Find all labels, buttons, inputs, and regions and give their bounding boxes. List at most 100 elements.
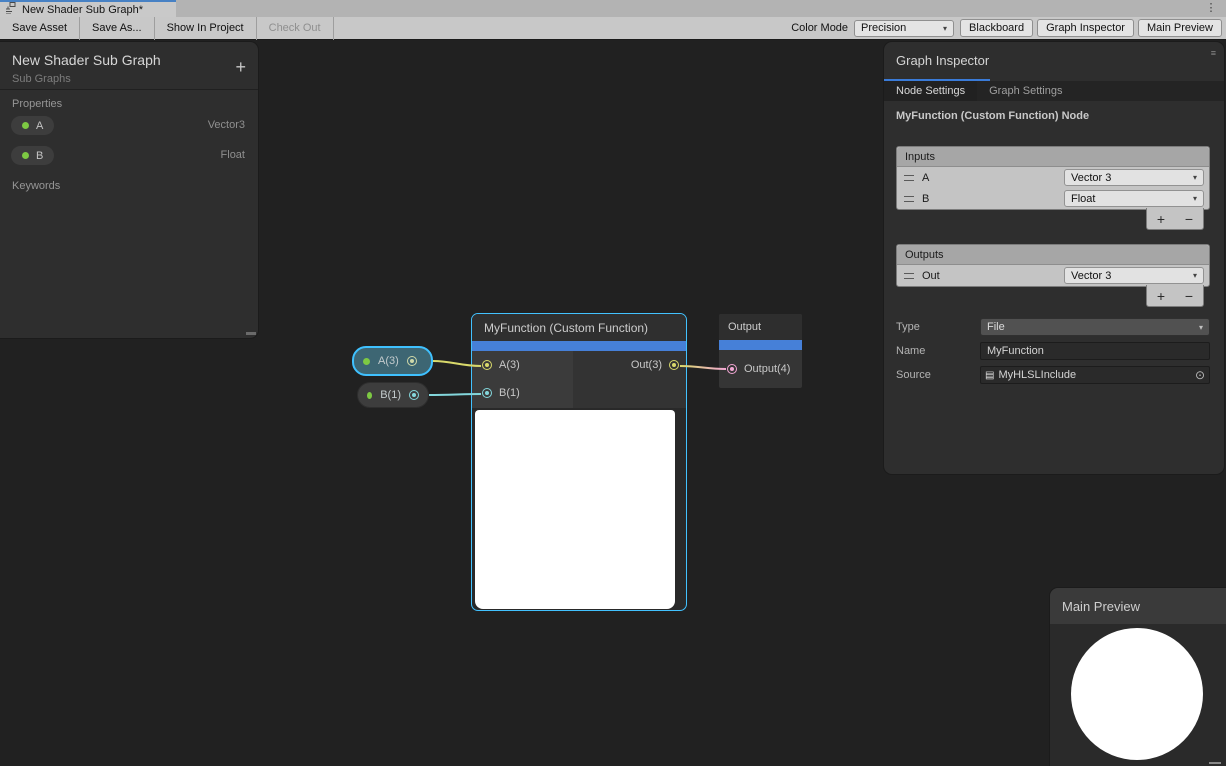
chevron-down-icon: ▾ <box>1193 194 1197 203</box>
blackboard-property-b[interactable]: B <box>11 146 54 165</box>
blackboard-panel[interactable]: New Shader Sub Graph Sub Graphs + Proper… <box>0 42 258 338</box>
drag-handle-icon[interactable] <box>904 175 914 181</box>
input-a-name[interactable]: A <box>922 172 1064 184</box>
tab-node-settings[interactable]: Node Settings <box>884 81 977 101</box>
save-as-button[interactable]: Save As... <box>80 17 155 40</box>
inputs-list-header: Inputs <box>897 147 1209 167</box>
output-node-port-label: Output(4) <box>744 363 790 375</box>
drag-handle-icon[interactable] <box>904 273 914 279</box>
output-node[interactable]: Output Output(4) <box>719 314 802 388</box>
input-b-type-value: Float <box>1071 193 1095 205</box>
graph-inspector-toggle-button[interactable]: Graph Inspector <box>1037 19 1134 37</box>
input-row-b: B(1) <box>472 379 573 407</box>
blackboard-header: New Shader Sub Graph Sub Graphs + <box>0 42 258 90</box>
property-a-name: A <box>36 120 43 132</box>
property-dot-icon <box>22 122 29 129</box>
name-label: Name <box>896 345 980 357</box>
input-port-a-label: A(3) <box>499 359 520 371</box>
input-a-type-dropdown[interactable]: Vector 3 ▾ <box>1064 169 1204 186</box>
name-input[interactable]: MyFunction <box>980 342 1210 360</box>
property-row-b: B Float <box>0 142 258 172</box>
add-output-button[interactable]: + <box>1157 289 1165 303</box>
inputs-row-a[interactable]: A Vector 3 ▾ <box>897 167 1209 188</box>
property-node-a[interactable]: A(3) <box>352 346 433 376</box>
source-value: MyHLSLInclude <box>998 369 1190 381</box>
input-b-type-dropdown[interactable]: Float ▾ <box>1064 190 1204 207</box>
node-port-section: A(3) B(1) Out(3) <box>472 351 686 408</box>
output-node-title: Output <box>719 314 802 340</box>
outputs-row-out[interactable]: Out Vector 3 ▾ <box>897 265 1209 286</box>
chevron-down-icon: ▾ <box>1193 173 1197 182</box>
window-menu-icon[interactable]: ⋮ <box>1204 1 1218 16</box>
chevron-down-icon: ▾ <box>943 24 947 33</box>
blackboard-property-a[interactable]: A <box>11 116 54 135</box>
inspected-node-title: MyFunction (Custom Function) Node <box>896 110 1089 122</box>
document-tab[interactable]: New Shader Sub Graph* <box>0 0 176 17</box>
inputs-list: Inputs A Vector 3 ▾ B Float ▾ <box>896 146 1210 210</box>
document-tab-title: New Shader Sub Graph* <box>22 4 143 16</box>
add-property-button[interactable]: + <box>235 58 246 76</box>
property-b-type: Float <box>221 149 245 161</box>
custom-function-node-title: MyFunction (Custom Function) <box>472 314 686 341</box>
output-port-out-label: Out(3) <box>631 359 662 371</box>
blackboard-resize-handle[interactable] <box>246 332 256 335</box>
graph-toolbar: Save Asset Save As... Show In Project Ch… <box>0 17 1226 40</box>
output-row-out: Out(3) <box>573 351 686 379</box>
source-label: Source <box>896 369 980 381</box>
blackboard-subtitle: Sub Graphs <box>12 73 246 85</box>
show-in-project-button[interactable]: Show In Project <box>155 17 257 40</box>
source-field-row: Source ▤ MyHLSLInclude ⊙ <box>896 366 1210 384</box>
node-preview <box>475 410 675 609</box>
save-asset-button[interactable]: Save Asset <box>0 17 80 40</box>
graph-inspector-panel[interactable]: Graph Inspector ≡ Node Settings Graph Se… <box>884 42 1224 474</box>
inspector-header: Graph Inspector ≡ <box>884 42 1224 77</box>
tab-graph-settings[interactable]: Graph Settings <box>977 81 1074 101</box>
property-dot-icon <box>367 392 372 399</box>
remove-input-button[interactable]: − <box>1185 212 1193 226</box>
output-out-name[interactable]: Out <box>922 270 1064 282</box>
output-out-type-dropdown[interactable]: Vector 3 ▾ <box>1064 267 1204 284</box>
input-port-a[interactable] <box>482 360 492 370</box>
drag-handle-icon[interactable] <box>904 196 914 202</box>
inspector-menu-icon[interactable]: ≡ <box>1211 48 1216 58</box>
output-node-port-row: Output(4) <box>719 350 802 388</box>
type-label: Type <box>896 321 980 333</box>
input-b-name[interactable]: B <box>922 193 1064 205</box>
main-preview-toggle-button[interactable]: Main Preview <box>1138 19 1222 37</box>
preview-resize-handle[interactable] <box>1209 762 1221 764</box>
property-row-a: A Vector3 <box>0 112 258 142</box>
shader-graph-window: New Shader Sub Graph* ⋮ Save Asset Save … <box>0 0 1226 766</box>
preview-sphere <box>1071 628 1203 760</box>
output-port-out[interactable] <box>669 360 679 370</box>
input-port-b[interactable] <box>482 388 492 398</box>
blackboard-toggle-button[interactable]: Blackboard <box>960 19 1033 37</box>
input-a-type-value: Vector 3 <box>1071 172 1111 184</box>
property-node-b[interactable]: B(1) <box>357 382 429 408</box>
property-node-b-label: B(1) <box>380 389 401 401</box>
inspector-tab-bar: Node Settings Graph Settings <box>884 81 1224 101</box>
blackboard-title: New Shader Sub Graph <box>12 52 246 68</box>
output-node-input-port[interactable] <box>727 364 737 374</box>
main-preview-panel[interactable]: Main Preview <box>1050 588 1226 766</box>
color-mode-dropdown[interactable]: Precision ▾ <box>854 20 954 37</box>
keywords-section-label: Keywords <box>0 172 258 194</box>
type-dropdown[interactable]: File ▾ <box>980 318 1210 336</box>
inputs-list-footer: + − <box>1146 208 1204 230</box>
input-port-b-label: B(1) <box>499 387 520 399</box>
custom-function-node[interactable]: MyFunction (Custom Function) A(3) B(1) O… <box>471 313 687 611</box>
source-object-field[interactable]: ▤ MyHLSLInclude ⊙ <box>980 366 1210 384</box>
property-b-name: B <box>36 150 43 162</box>
subgraph-asset-icon <box>5 2 17 17</box>
node-output-column: Out(3) <box>573 351 686 408</box>
inputs-row-b[interactable]: B Float ▾ <box>897 188 1209 209</box>
property-b-output-port[interactable] <box>409 390 419 400</box>
outputs-list-footer: + − <box>1146 285 1204 307</box>
type-value: File <box>987 321 1005 333</box>
property-a-output-port[interactable] <box>407 356 417 366</box>
check-out-button: Check Out <box>257 17 334 40</box>
outputs-list-header: Outputs <box>897 245 1209 265</box>
add-input-button[interactable]: + <box>1157 212 1165 226</box>
remove-output-button[interactable]: − <box>1185 289 1193 303</box>
object-picker-icon[interactable]: ⊙ <box>1195 368 1205 382</box>
chevron-down-icon: ▾ <box>1199 323 1203 332</box>
